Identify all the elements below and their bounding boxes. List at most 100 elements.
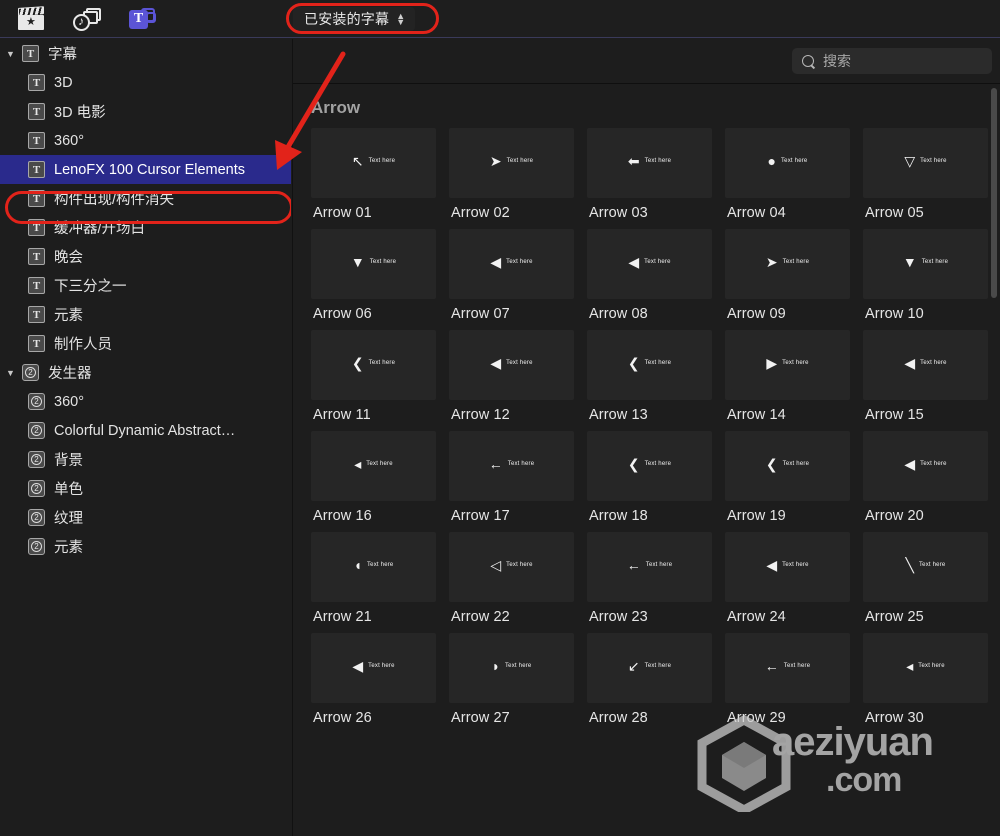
- title-thumbnail-cell[interactable]: ⬅ Text here Arrow 03: [587, 128, 712, 221]
- thumbnail-preview[interactable]: ← Text here: [587, 532, 712, 602]
- title-thumbnail-cell[interactable]: ◗ Text here Arrow 27: [449, 633, 574, 726]
- title-thumbnail-cell[interactable]: ▼ Text here Arrow 06: [311, 229, 436, 322]
- left-diamond-arrow-icon: ◀: [766, 557, 778, 573]
- title-thumbnail-cell[interactable]: ↙ Text here Arrow 28: [587, 633, 712, 726]
- thumbnail-preview[interactable]: ▽ Text here: [863, 128, 988, 198]
- thumbnail-preview[interactable]: ◂ Text here: [311, 431, 436, 501]
- thumbnail-preview[interactable]: ❮ Text here: [587, 431, 712, 501]
- thumbnail-preview[interactable]: ◀ Text here: [863, 431, 988, 501]
- thumbnail-sample-text: Text here: [918, 663, 945, 669]
- title-thumbnail-cell[interactable]: ▽ Text here Arrow 05: [863, 128, 988, 221]
- thumbnail-preview[interactable]: ❮ Text here: [311, 330, 436, 400]
- scrollbar-thumb[interactable]: [991, 88, 997, 298]
- vertical-scrollbar[interactable]: [991, 86, 997, 834]
- thumbnail-inner: ◀ Text here: [628, 255, 670, 269]
- thumbnail-inner: ◗ Text here: [492, 659, 532, 673]
- thumbnail-preview[interactable]: ◗ Text here: [449, 633, 574, 703]
- thumbnail-preview[interactable]: ◂ Text here: [863, 633, 988, 703]
- sidebar-item-generators-5[interactable]: 2 元素: [0, 532, 291, 561]
- sidebar-item-titles-2[interactable]: T 360°: [0, 126, 291, 155]
- title-thumbnail-cell[interactable]: ◀ Text here Arrow 24: [725, 532, 850, 625]
- sidebar-group-titles[interactable]: ▼ T 字幕: [0, 39, 291, 68]
- title-thumbnail-cell[interactable]: ◀ Text here Arrow 07: [449, 229, 574, 322]
- sidebar-item-titles-1[interactable]: T 3D 电影: [0, 97, 291, 126]
- title-thumbnail-cell[interactable]: ◀ Text here Arrow 26: [311, 633, 436, 726]
- titles-generators-button[interactable]: T: [128, 5, 158, 33]
- thumbnail-preview[interactable]: ● Text here: [725, 128, 850, 198]
- thumbnail-inner: ◀ Text here: [904, 457, 946, 471]
- music-photos-button[interactable]: [72, 5, 102, 33]
- title-thumbnail-cell[interactable]: ◀ Text here Arrow 20: [863, 431, 988, 524]
- sidebar-item-titles-9[interactable]: T 制作人员: [0, 329, 291, 358]
- title-thumbnail-cell[interactable]: ◀ Text here Arrow 15: [863, 330, 988, 423]
- search-input[interactable]: 搜索: [792, 48, 992, 74]
- thumbnail-preview[interactable]: ◀ Text here: [587, 229, 712, 299]
- thumbnail-preview[interactable]: ▶ Text here: [725, 330, 850, 400]
- effects-clapperboard-button[interactable]: ★: [16, 5, 46, 33]
- title-thumbnail-cell[interactable]: ◁ Text here Arrow 22: [449, 532, 574, 625]
- thumbnail-preview[interactable]: ➤ Text here: [449, 128, 574, 198]
- sidebar-item-generators-2[interactable]: 2 背景: [0, 445, 291, 474]
- thumbnail-preview[interactable]: ❮ Text here: [725, 431, 850, 501]
- thumbnail-preview[interactable]: ◁ Text here: [449, 532, 574, 602]
- title-thumbnail-cell[interactable]: ← Text here Arrow 23: [587, 532, 712, 625]
- thumbnail-preview[interactable]: ▼ Text here: [311, 229, 436, 299]
- sidebar-item-titles-7[interactable]: T 下三分之一: [0, 271, 291, 300]
- sidebar-item-titles-8[interactable]: T 元素: [0, 300, 291, 329]
- sidebar-item-generators-1[interactable]: 2 Colorful Dynamic Abstract…: [0, 416, 291, 445]
- thumbnail-preview[interactable]: ◖ Text here: [311, 532, 436, 602]
- disclosure-triangle-icon[interactable]: ▼: [6, 49, 20, 59]
- thumbnail-sample-text: Text here: [920, 360, 947, 366]
- sidebar-item-generators-4[interactable]: 2 纹理: [0, 503, 291, 532]
- thumbnail-inner: ➤ Text here: [490, 154, 533, 168]
- thumbnail-preview[interactable]: ◀ Text here: [449, 229, 574, 299]
- title-thumbnail-cell[interactable]: ▼ Text here Arrow 10: [863, 229, 988, 322]
- installed-titles-popup-menu[interactable]: 已安装的字幕 ▲ ▼: [293, 7, 416, 31]
- thumbnail-preview[interactable]: ╲ Text here: [863, 532, 988, 602]
- thumbnail-preview[interactable]: ➤ Text here: [725, 229, 850, 299]
- library-sidebar[interactable]: ▼ T 字幕 T 3D T 3D 电影 T 360° T LenoFX 100 Cursor Ele…: [0, 39, 291, 836]
- title-thumbnail-cell[interactable]: ❮ Text here Arrow 13: [587, 330, 712, 423]
- thumbnail-preview[interactable]: ▼ Text here: [863, 229, 988, 299]
- title-thumbnail-cell[interactable]: ╲ Text here Arrow 25: [863, 532, 988, 625]
- thumbnail-preview[interactable]: ↖ Text here: [311, 128, 436, 198]
- sidebar-item-titles-5[interactable]: T 缓冲器/开场白: [0, 213, 291, 242]
- browser-scroll-area[interactable]: Arrow ↖ Text here Arrow 01 ➤ Text here Arrow …: [293, 84, 1000, 836]
- left-arrow-block-icon: ◀: [352, 658, 364, 674]
- thumbnail-preview[interactable]: ◀ Text here: [449, 330, 574, 400]
- sidebar-item-titles-3[interactable]: T LenoFX 100 Cursor Elements: [0, 155, 291, 184]
- title-thumbnail-cell[interactable]: ▶ Text here Arrow 14: [725, 330, 850, 423]
- sidebar-item-generators-0[interactable]: 2 360°: [0, 387, 291, 416]
- thumbnail-preview[interactable]: ↙ Text here: [587, 633, 712, 703]
- thumbnail-preview[interactable]: ◀ Text here: [863, 330, 988, 400]
- disclosure-triangle-icon[interactable]: ▼: [6, 368, 20, 378]
- title-thumbnail-cell[interactable]: ◂ Text here Arrow 16: [311, 431, 436, 524]
- sidebar-item-titles-6[interactable]: T 晚会: [0, 242, 291, 271]
- thumbnail-preview[interactable]: ← Text here: [725, 633, 850, 703]
- title-thumbnail-cell[interactable]: ❮ Text here Arrow 11: [311, 330, 436, 423]
- title-thumbnail-cell[interactable]: ● Text here Arrow 04: [725, 128, 850, 221]
- title-thumbnail-cell[interactable]: ↖ Text here Arrow 01: [311, 128, 436, 221]
- title-badge-icon: T: [28, 161, 45, 178]
- sidebar-item-generators-3[interactable]: 2 单色: [0, 474, 291, 503]
- title-thumbnail-cell[interactable]: ← Text here Arrow 17: [449, 431, 574, 524]
- thumbnail-inner: ▼ Text here: [903, 255, 948, 269]
- thumbnail-preview[interactable]: ⬅ Text here: [587, 128, 712, 198]
- thumbnail-preview[interactable]: ◀ Text here: [311, 633, 436, 703]
- sidebar-group-generators[interactable]: ▼ 2 发生器: [0, 358, 291, 387]
- thumbnail-preview[interactable]: ❮ Text here: [587, 330, 712, 400]
- title-thumbnail-cell[interactable]: ❮ Text here Arrow 19: [725, 431, 850, 524]
- sidebar-item-titles-4[interactable]: T 构件出现/构件消失: [0, 184, 291, 213]
- title-thumbnail-cell[interactable]: ◂ Text here Arrow 30: [863, 633, 988, 726]
- title-thumbnail-cell[interactable]: ← Text here Arrow 29: [725, 633, 850, 726]
- title-thumbnail-cell[interactable]: ➤ Text here Arrow 09: [725, 229, 850, 322]
- sidebar-group-label: 字幕: [48, 47, 77, 63]
- title-thumbnail-cell[interactable]: ➤ Text here Arrow 02: [449, 128, 574, 221]
- sidebar-item-titles-0[interactable]: T 3D: [0, 68, 291, 97]
- title-thumbnail-cell[interactable]: ❮ Text here Arrow 18: [587, 431, 712, 524]
- title-thumbnail-cell[interactable]: ◀ Text here Arrow 08: [587, 229, 712, 322]
- thumbnail-preview[interactable]: ◀ Text here: [725, 532, 850, 602]
- thumbnail-preview[interactable]: ← Text here: [449, 431, 574, 501]
- title-thumbnail-cell[interactable]: ◖ Text here Arrow 21: [311, 532, 436, 625]
- title-thumbnail-cell[interactable]: ◀ Text here Arrow 12: [449, 330, 574, 423]
